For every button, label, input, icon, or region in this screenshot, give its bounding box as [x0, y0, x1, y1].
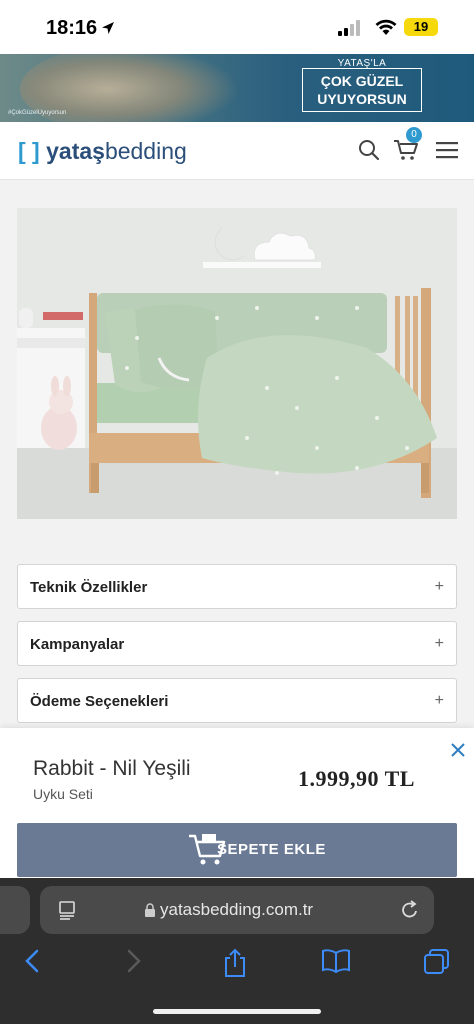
- logo-bold-text: yataş: [46, 138, 105, 164]
- sticky-purchase-bar: Rabbit - Nil Yeşili Uyku Seti 1.999,90 T…: [0, 728, 474, 878]
- previous-tab-preview[interactable]: [0, 886, 30, 934]
- accordion-label: Kampanyalar: [30, 636, 125, 653]
- lock-icon: [145, 903, 155, 917]
- accordion-odeme-secenekleri[interactable]: Ödeme Seçenekleri +: [17, 678, 457, 723]
- accordion-teknik-ozellikler[interactable]: Teknik Özellikler +: [17, 564, 457, 609]
- site-header: [ ] yataşbedding: [0, 122, 474, 180]
- crib-bedding-illustration: [17, 208, 457, 519]
- expand-plus-icon[interactable]: +: [435, 692, 444, 710]
- product-category: Uyku Seti: [33, 786, 93, 802]
- expand-plus-icon[interactable]: +: [435, 635, 444, 653]
- hamburger-menu-icon[interactable]: [436, 141, 458, 159]
- location-arrow-icon: [102, 22, 114, 34]
- expand-plus-icon[interactable]: +: [435, 578, 444, 596]
- wifi-icon: [375, 19, 397, 35]
- banner-headline-box: ÇOK GÜZEL UYUYORSUN: [302, 68, 422, 112]
- url-text: yatasbedding.com.tr: [160, 900, 314, 919]
- back-chevron-icon[interactable]: [24, 948, 40, 974]
- home-indicator: [153, 1009, 321, 1014]
- product-details-accordions: Teknik Özellikler + Kampanyalar + Ödeme …: [0, 551, 474, 729]
- accordion-label: Teknik Özellikler: [30, 579, 148, 596]
- tabs-overview-icon[interactable]: [423, 948, 451, 976]
- site-logo[interactable]: [ ] yataşbedding: [18, 138, 187, 165]
- status-time: 18:16: [46, 17, 98, 39]
- browser-nav-row: [0, 948, 474, 988]
- share-icon[interactable]: [222, 948, 248, 978]
- page-menu-icon[interactable]: [58, 900, 78, 920]
- forward-chevron-icon[interactable]: [126, 948, 142, 974]
- status-bar: 18:16 19: [0, 0, 474, 54]
- accordion-label: Ödeme Seçenekleri: [30, 693, 169, 710]
- address-bar[interactable]: yatasbedding.com.tr: [40, 886, 434, 934]
- logo-light-text: bedding: [104, 138, 187, 164]
- close-icon[interactable]: [448, 740, 468, 760]
- product-name: Rabbit - Nil Yeşili: [33, 757, 191, 780]
- banner-headline-line2: UYUYORSUN: [317, 91, 407, 107]
- cellular-signal-icon: [338, 20, 360, 36]
- promo-banner[interactable]: #ÇokGüzelUyuyorsun YATAŞ'LA ÇOK GÜZEL UY…: [0, 54, 474, 122]
- add-to-cart-label: SEPETE EKLE: [217, 841, 326, 858]
- banner-headline-line1: ÇOK GÜZEL: [320, 73, 404, 89]
- logo-bracket-mark: [ ]: [18, 138, 40, 164]
- add-to-cart-button[interactable]: SEPETE EKLE: [17, 823, 457, 877]
- search-icon[interactable]: [357, 138, 381, 162]
- product-price: 1.999,90 TL: [298, 766, 415, 791]
- bookmarks-icon[interactable]: [321, 948, 351, 974]
- accordion-kampanyalar[interactable]: Kampanyalar +: [17, 621, 457, 666]
- battery-indicator: 19: [404, 18, 438, 36]
- product-image[interactable]: [17, 208, 457, 519]
- banner-hashtag: #ÇokGüzelUyuyorsun: [8, 110, 67, 116]
- cart-count-badge: 0: [406, 127, 422, 143]
- browser-toolbar: yatasbedding.com.tr: [0, 878, 474, 1024]
- reload-icon[interactable]: [400, 899, 420, 921]
- product-gallery: [0, 181, 474, 551]
